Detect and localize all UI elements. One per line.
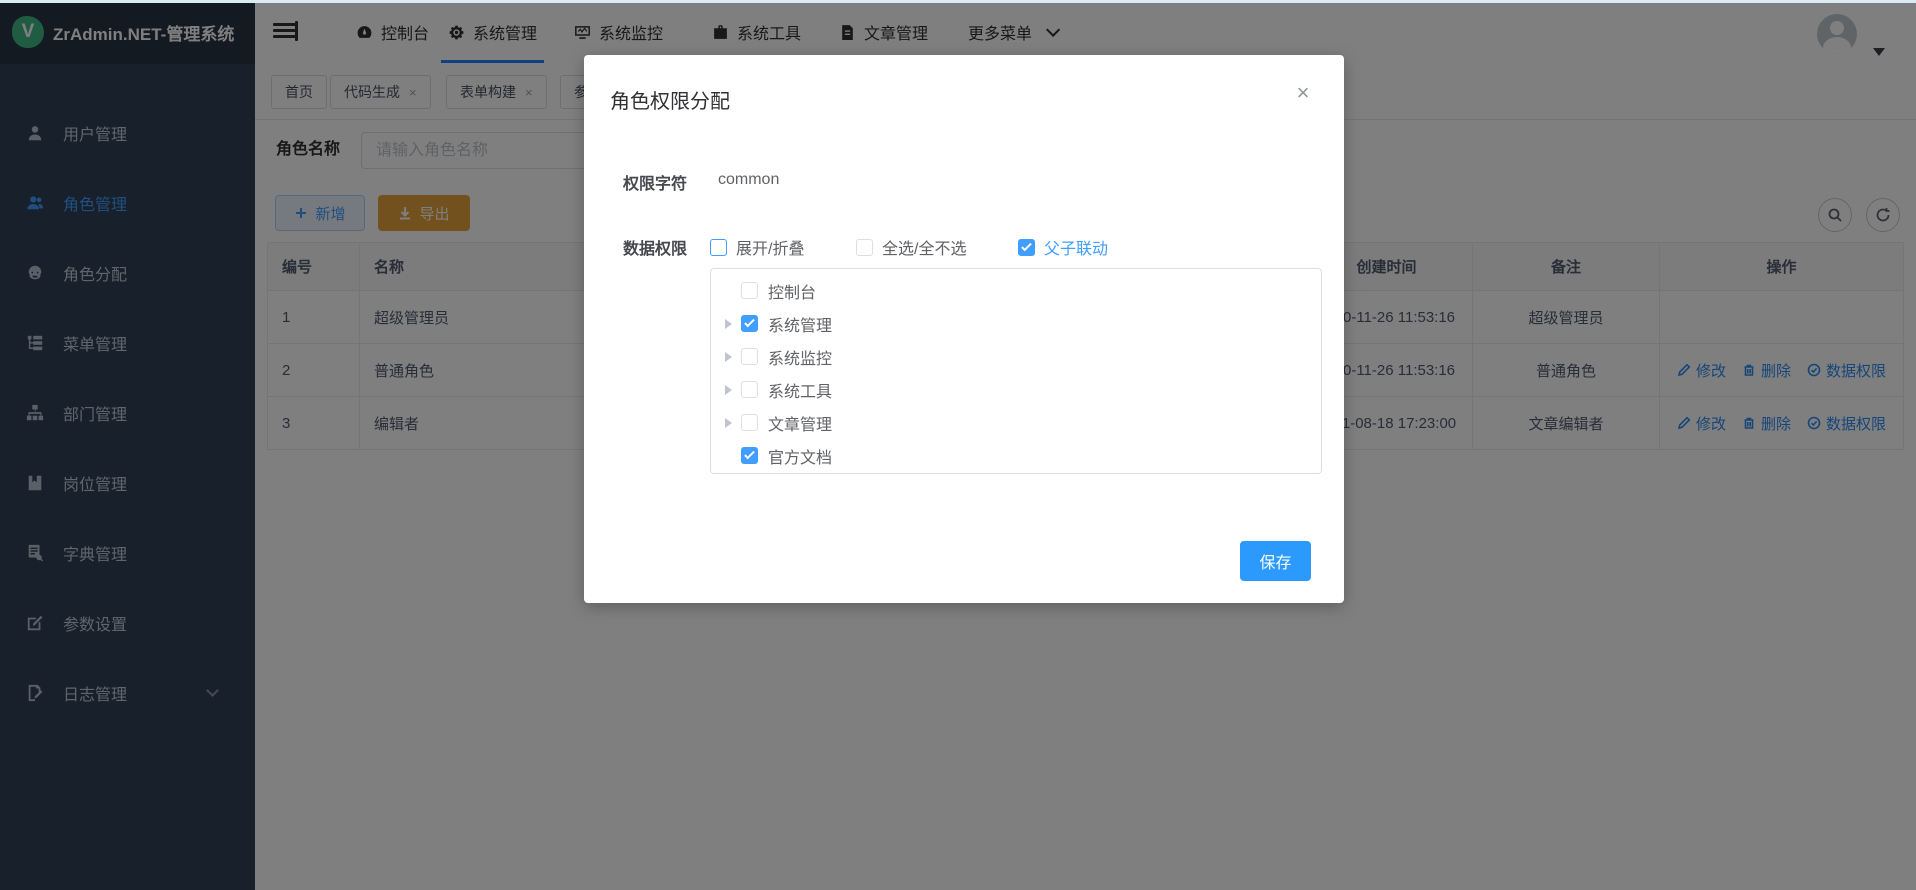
tree-node[interactable]: 官方文档 [711, 439, 1321, 472]
menu-permission-tree: 控制台 系统管理 系统监控 系统工具 文章管理 [710, 268, 1322, 474]
tree-node-checkbox[interactable] [741, 414, 758, 431]
checkbox [1018, 239, 1035, 256]
tree-option-checkbox[interactable]: 展开/折叠 [710, 235, 804, 259]
tree-node[interactable]: 系统工具 [711, 373, 1321, 406]
window-top-edge [0, 0, 1916, 3]
perm-char-value: common [718, 171, 779, 189]
tree-node[interactable]: 控制台 [711, 274, 1321, 307]
tree-node[interactable]: 系统监控 [711, 340, 1321, 373]
tree-node-checkbox[interactable] [741, 282, 758, 299]
tree-node-checkbox[interactable] [741, 348, 758, 365]
tree-node[interactable]: 文章管理 [711, 406, 1321, 439]
caret-right-icon[interactable] [725, 418, 732, 428]
checkbox [856, 239, 873, 256]
tree-option-row: 展开/折叠 全选/全不选 父子联动 [584, 235, 1344, 255]
save-button[interactable]: 保存 [1240, 541, 1311, 581]
tree-node-checkbox[interactable] [741, 381, 758, 398]
tree-node-checkbox[interactable] [741, 447, 758, 464]
checkbox [710, 239, 727, 256]
tree-node-checkbox[interactable] [741, 315, 758, 332]
dialog-title: 角色权限分配 [610, 85, 730, 114]
role-permission-dialog: 角色权限分配 × 权限字符 common 数据权限 展开/折叠 全选/全不选 父… [584, 55, 1344, 603]
app-window: V ZrAdmin.NET-管理系统 用户管理 角色管理 角色分配 菜单管理 [0, 0, 1916, 890]
caret-right-icon[interactable] [725, 319, 732, 329]
caret-right-icon[interactable] [725, 385, 732, 395]
caret-right-icon[interactable] [725, 352, 732, 362]
tree-option-checkbox[interactable]: 父子联动 [1018, 235, 1108, 259]
dialog-close-icon[interactable]: × [1289, 79, 1317, 107]
tree-node[interactable]: 系统管理 [711, 307, 1321, 340]
perm-char-label: 权限字符 [623, 170, 687, 194]
tree-option-checkbox[interactable]: 全选/全不选 [856, 235, 966, 259]
